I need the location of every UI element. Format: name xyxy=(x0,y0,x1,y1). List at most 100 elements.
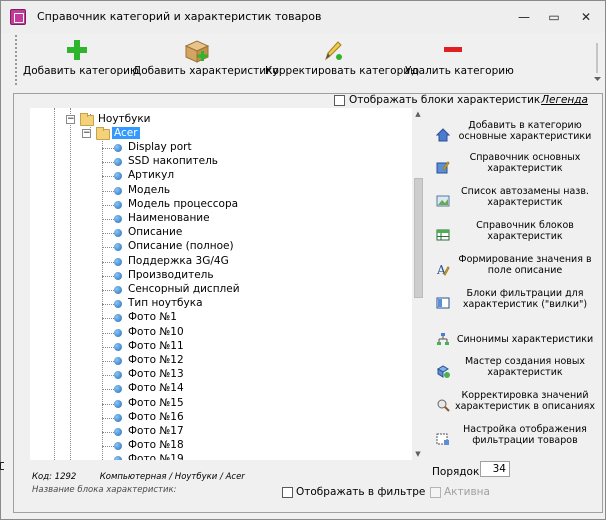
legend-link[interactable]: Легенда xyxy=(541,94,588,106)
tree-connector xyxy=(102,176,114,178)
tree-leaf-label: Производитель xyxy=(128,268,214,281)
tree-leaf-item[interactable]: Модель xyxy=(102,184,402,198)
tree-leaf-item[interactable]: Display port xyxy=(102,141,402,155)
tree-leaf-item[interactable]: Фото №15 xyxy=(102,397,402,411)
collapse-toggle-icon[interactable]: − xyxy=(66,115,75,124)
characteristic-bullet-icon xyxy=(114,371,122,380)
characteristic-bullet-icon xyxy=(114,357,122,365)
tree-leaf-item[interactable]: Наименование xyxy=(102,212,402,226)
tree-leaf-item[interactable]: Артикул xyxy=(102,169,402,183)
tree-leaf-item[interactable]: Фото №11 xyxy=(102,340,402,354)
tree-leaf-item[interactable]: Фото №1 xyxy=(102,311,402,325)
tree-connector xyxy=(102,162,114,164)
active-label: Активна xyxy=(444,486,490,498)
tree-leaf-label: Фото №12 xyxy=(128,354,184,366)
tree-leaf-item[interactable]: Поддержка 3G/4G xyxy=(102,255,402,269)
tree-connector xyxy=(102,318,114,320)
tree-connector xyxy=(102,432,114,433)
add-category-button[interactable]: Добавить категорию xyxy=(23,33,139,87)
edit-category-button[interactable]: Корректировать категорию xyxy=(265,33,419,87)
characteristic-bullet-icon xyxy=(114,229,122,238)
new-characteristics-wizard-action[interactable]: Мастер создания новых характеристик xyxy=(432,356,600,388)
filter-blocks-icon xyxy=(436,296,450,310)
category-tree[interactable]: − Ноутбуки − Acer Display port SSD накопи… xyxy=(30,108,422,460)
scroll-up-arrow-icon[interactable]: ▲ xyxy=(412,108,424,120)
active-checkbox[interactable] xyxy=(430,487,441,498)
restore-button[interactable]: ▭ xyxy=(541,8,567,26)
tree-leaf-item[interactable]: Фото №13 xyxy=(102,368,402,382)
tree-leaf-item[interactable]: Модель процессора xyxy=(102,198,402,212)
picture-list-icon xyxy=(436,194,450,208)
tree-leaf-item[interactable]: Фото №19 xyxy=(102,453,402,460)
edit-category-label: Корректировать категорию xyxy=(265,65,419,77)
characteristic-bullet-icon xyxy=(114,456,122,460)
synonyms-action[interactable]: Синонимы характеристики xyxy=(432,324,600,356)
filter-settings-icon xyxy=(436,432,450,446)
filter-display-settings-action[interactable]: Настройка отображения фильтрации товаров xyxy=(432,424,600,456)
tree-leaf-item[interactable]: Описание (полное) xyxy=(102,240,402,254)
action-label: Справочник блоков характеристик xyxy=(476,220,574,242)
tree-leaf-item[interactable]: Фото №14 xyxy=(102,382,402,396)
main-panel: Отображать блоки характеристик Легенда −… xyxy=(13,93,603,513)
action-label: Справочник основных характеристик xyxy=(469,152,581,174)
tree-connector xyxy=(102,190,114,192)
tree-leaf-item[interactable]: Фото №12 xyxy=(102,354,402,368)
tree-leaf-item[interactable]: Описание xyxy=(102,226,402,240)
tree-leaf-item[interactable]: Фото №18 xyxy=(102,439,402,453)
order-label: Порядок: xyxy=(432,466,483,478)
close-button[interactable]: ✕ xyxy=(573,8,599,26)
tree-leaf-item[interactable]: Сенсорный дисплей xyxy=(102,283,402,297)
show-in-filter-label: Отображать в фильтре xyxy=(296,486,426,498)
text-tool-icon: A xyxy=(436,262,450,277)
category-path: Компьютерная / Ноутбуки / Acer xyxy=(99,472,245,482)
description-value-action[interactable]: A Формирование значения в поле описание xyxy=(432,254,600,286)
characteristic-bullet-icon xyxy=(114,314,122,323)
tree-leaf-label: Фото №15 xyxy=(128,396,184,409)
toolbar-overflow-chevron[interactable] xyxy=(593,43,603,83)
tree-scrollbar[interactable]: ▲ ▼ xyxy=(412,108,424,460)
characteristic-bullet-icon xyxy=(114,442,122,451)
tree-leaf-item[interactable]: Тип ноутбука xyxy=(102,297,402,311)
autoreplace-list-action[interactable]: Список автозамены назв. характеристик xyxy=(432,186,600,218)
characteristic-bullet-icon xyxy=(114,385,122,394)
tree-connector xyxy=(102,446,114,448)
title-bar[interactable]: Справочник категорий и характеристик тов… xyxy=(1,1,605,33)
tree-leaf-item[interactable]: Фото №17 xyxy=(102,425,402,439)
delete-category-button[interactable]: Удалить категорию xyxy=(405,33,514,87)
basic-characteristics-dictionary-action[interactable]: Справочник основных характеристик xyxy=(432,152,600,184)
app-window: Справочник категорий и характеристик тов… xyxy=(0,0,606,520)
open-folder-icon xyxy=(96,127,110,140)
order-input[interactable]: 34 xyxy=(480,461,510,477)
tree-leaf-item[interactable]: Фото №16 xyxy=(102,411,402,425)
add-characteristic-label: Добавить характеристику xyxy=(133,65,279,77)
blocks-dictionary-action[interactable]: Справочник блоков характеристик xyxy=(432,220,600,252)
tree-leaf-label: Фото №1 xyxy=(128,311,177,324)
minimize-button[interactable]: — xyxy=(511,8,537,26)
magnifier-edit-icon xyxy=(436,398,450,412)
characteristic-bullet-icon xyxy=(114,328,122,337)
tree-leaf-item[interactable]: Производитель xyxy=(102,269,402,283)
add-category-label: Добавить категорию xyxy=(23,65,139,77)
add-characteristic-button[interactable]: Добавить характеристику xyxy=(133,33,279,87)
show-in-filter-checkbox[interactable] xyxy=(282,487,293,498)
tree-node-notebooks[interactable]: − Ноутбуки xyxy=(66,113,186,127)
characteristic-bullet-icon xyxy=(114,186,122,195)
delete-category-label: Удалить категорию xyxy=(405,65,514,77)
tree-leaf-item[interactable]: SSD накопитель xyxy=(102,155,402,169)
scrollbar-thumb[interactable] xyxy=(414,178,423,298)
action-label: Настройка отображения фильтрации товаров xyxy=(463,424,587,446)
correct-values-action[interactable]: Корректировка значений характеристик в о… xyxy=(432,390,600,422)
characteristic-bullet-icon xyxy=(114,172,122,181)
characteristic-bullet-icon xyxy=(114,158,122,167)
add-basic-characteristics-action[interactable]: Добавить в категорию основные характерис… xyxy=(432,120,600,152)
action-label: Список автозамены назв. характеристик xyxy=(461,186,589,208)
tree-leaf-item[interactable]: Фото №10 xyxy=(102,326,402,340)
show-blocks-checkbox[interactable] xyxy=(334,95,345,106)
collapse-toggle-icon[interactable]: − xyxy=(82,129,91,138)
scroll-down-arrow-icon[interactable]: ▼ xyxy=(412,448,424,460)
filter-blocks-action[interactable]: Блоки фильтрации для характеристик ("вил… xyxy=(432,288,600,320)
plus-icon xyxy=(63,36,91,64)
tree-node-acer[interactable]: − Acer xyxy=(82,127,202,141)
tree-leaf-label: Фото №11 xyxy=(128,339,184,352)
toolbar-grip[interactable] xyxy=(15,35,18,85)
